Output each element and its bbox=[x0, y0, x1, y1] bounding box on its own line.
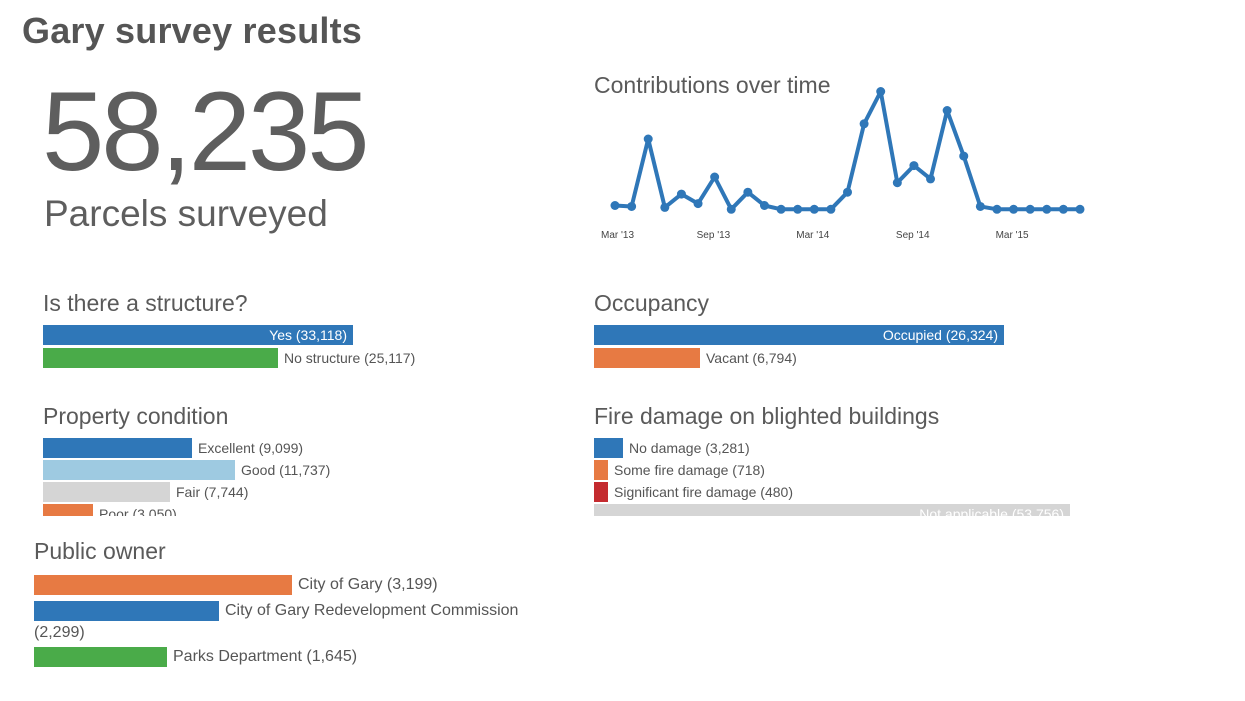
contributions-point bbox=[776, 204, 786, 214]
fire-bar-row: No damage (3,281) bbox=[594, 438, 750, 458]
contributions-x-tick: Sep '13 bbox=[697, 230, 731, 241]
fire-bar bbox=[594, 438, 623, 458]
contributions-point bbox=[627, 201, 637, 211]
occupancy-bar bbox=[594, 348, 700, 368]
page-title: Gary survey results bbox=[22, 10, 362, 51]
condition-bar-row: Good (11,737) bbox=[43, 460, 330, 480]
structure-bar-row: Yes (33,118) bbox=[43, 325, 353, 345]
condition-bar-label: Poor (3,050) bbox=[99, 506, 177, 516]
owner-bar-row: Parks Department (1,645) bbox=[34, 647, 357, 667]
condition-bar-label: Excellent (9,099) bbox=[198, 440, 304, 456]
occupancy-bar-label: Vacant (6,794) bbox=[706, 350, 797, 366]
contributions-point bbox=[1009, 204, 1019, 214]
contributions-point bbox=[759, 201, 769, 210]
contributions-point bbox=[843, 187, 852, 197]
fire-bar-row: Significant fire damage (480) bbox=[594, 482, 793, 502]
structure-title: Is there a structure? bbox=[43, 290, 248, 316]
contributions-point bbox=[876, 87, 886, 96]
contributions-point bbox=[693, 199, 703, 209]
parcels-count: 58,235 bbox=[42, 69, 370, 194]
owner-bar-row: City of Gary (3,199) bbox=[34, 575, 438, 595]
condition-bar-chart: Excellent (9,099) Good (11,737) Fair (7,74… bbox=[38, 434, 558, 516]
contributions-point bbox=[610, 201, 620, 210]
contributions-point bbox=[743, 187, 753, 197]
contributions-point bbox=[926, 174, 936, 184]
owner-bar bbox=[34, 601, 219, 621]
contributions-point bbox=[959, 151, 969, 161]
parcels-caption: Parcels surveyed bbox=[44, 193, 328, 234]
contributions-point bbox=[710, 172, 720, 182]
contributions-line-chart: Mar '13 Sep '13 Mar '14 Sep '14 Mar '15 bbox=[601, 87, 1085, 241]
contributions-point bbox=[809, 204, 819, 214]
owner-title: Public owner bbox=[34, 538, 166, 564]
contributions-point bbox=[892, 178, 902, 188]
structure-bar bbox=[43, 348, 278, 368]
owner-bar-label: City of Gary Redevelopment Commission bbox=[225, 602, 519, 619]
owner-bar bbox=[34, 647, 167, 667]
owner-bar-label: Parks Department (1,645) bbox=[173, 648, 358, 665]
contributions-x-tick: Mar '14 bbox=[796, 230, 829, 241]
contributions-point bbox=[726, 204, 736, 214]
contributions-x-tick: Mar '13 bbox=[601, 230, 634, 241]
condition-title: Property condition bbox=[43, 403, 229, 429]
fire-bar-label: Significant fire damage (480) bbox=[614, 484, 793, 500]
owner-bar-label: City of Gary (3,199) bbox=[298, 576, 438, 593]
contributions-x-tick: Sep '14 bbox=[896, 230, 930, 241]
structure-bar-label: Yes (33,118) bbox=[269, 327, 347, 343]
occupancy-bar-row: Vacant (6,794) bbox=[594, 348, 797, 368]
contributions-point bbox=[826, 204, 836, 214]
contributions-point bbox=[1058, 204, 1068, 214]
owner-bar bbox=[34, 575, 292, 595]
fire-bar: Not applicable (53,756) bbox=[594, 504, 1070, 516]
contributions-point bbox=[1075, 204, 1085, 214]
fire-bar bbox=[594, 482, 608, 502]
contributions-point bbox=[1025, 204, 1035, 214]
contributions-point bbox=[793, 204, 803, 214]
structure-bar: Yes (33,118) bbox=[43, 325, 353, 345]
contributions-point bbox=[909, 161, 919, 171]
fire-bar-chart: No damage (3,281) Some fire damage (718) S… bbox=[590, 434, 1150, 516]
occupancy-bar-row: Occupied (26,324) bbox=[594, 325, 1004, 345]
fire-bar-label: Some fire damage (718) bbox=[614, 462, 765, 478]
fire-bar bbox=[594, 460, 608, 480]
contributions-point bbox=[660, 202, 670, 212]
condition-bar-row: Excellent (9,099) bbox=[43, 438, 303, 458]
contributions-point bbox=[975, 201, 985, 211]
owner-bar-row: City of Gary Redevelopment Commission bbox=[34, 601, 518, 621]
fire-bar-row: Not applicable (53,756) bbox=[594, 504, 1070, 516]
contributions-point bbox=[942, 106, 952, 115]
occupancy-title: Occupancy bbox=[594, 290, 710, 316]
contributions-point bbox=[859, 119, 869, 129]
fire-bar-row: Some fire damage (718) bbox=[594, 460, 765, 480]
contributions-x-tick: Mar '15 bbox=[996, 230, 1029, 241]
contributions-point bbox=[1042, 204, 1052, 214]
occupancy-bar: Occupied (26,324) bbox=[594, 325, 1004, 345]
condition-bar bbox=[43, 438, 192, 458]
structure-bar-label: No structure (25,117) bbox=[284, 350, 416, 366]
structure-bar-row: No structure (25,117) bbox=[43, 348, 415, 368]
owner-bar-label-wrap: (2,299) bbox=[34, 624, 85, 641]
condition-bar-label: Good (11,737) bbox=[241, 462, 331, 478]
occupancy-bar-label: Occupied (26,324) bbox=[882, 327, 998, 343]
contributions-point bbox=[676, 189, 686, 199]
fire-bar-label: Not applicable (53,756) bbox=[919, 506, 1064, 516]
fire-title: Fire damage on blighted buildings bbox=[594, 403, 940, 429]
condition-bar-label: Fair (7,744) bbox=[176, 484, 249, 500]
condition-bar-row: Fair (7,744) bbox=[43, 482, 248, 502]
condition-bar bbox=[43, 460, 235, 480]
contributions-point bbox=[992, 204, 1002, 214]
fire-bar-label: No damage (3,281) bbox=[629, 440, 750, 456]
condition-bar-row: Poor (3,050) bbox=[43, 504, 177, 516]
condition-bar bbox=[43, 504, 93, 516]
condition-bar bbox=[43, 482, 170, 502]
contributions-point bbox=[643, 134, 653, 144]
